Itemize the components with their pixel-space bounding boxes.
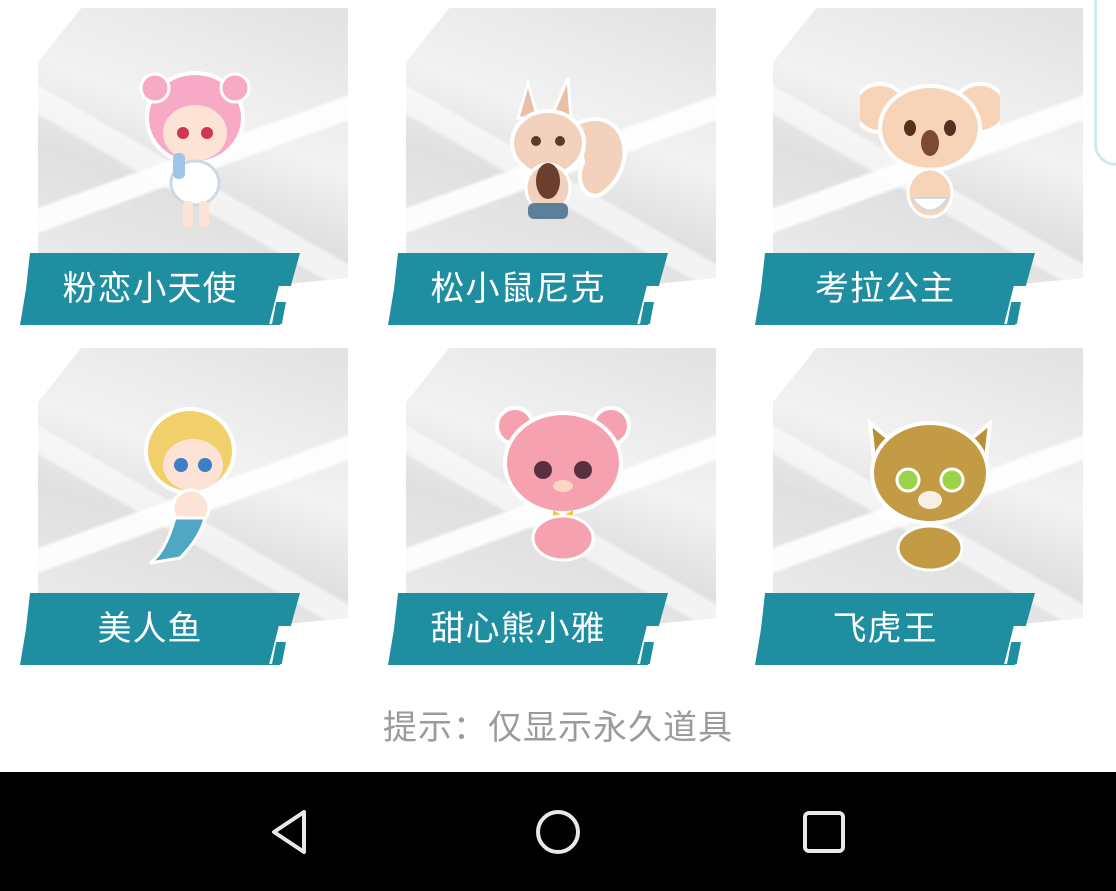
home-icon[interactable]: [528, 802, 588, 862]
card-label: 美人鱼: [97, 609, 203, 649]
squirrel-character-icon: [510, 77, 627, 219]
item-card-pink-angel[interactable]: 粉恋小天使: [20, 8, 350, 326]
koala-character-icon: [860, 82, 1000, 219]
pink-angel-character-icon: [139, 71, 251, 227]
system-nav-bar: [0, 772, 1116, 891]
card-label: 飞虎王: [832, 609, 938, 649]
card-label: 甜心熊小雅: [430, 609, 606, 649]
item-card-koala[interactable]: 考拉公主: [755, 8, 1085, 326]
card-label: 考拉公主: [815, 269, 955, 309]
card-label: 粉恋小天使: [62, 269, 238, 309]
tiger-character-icon: [867, 418, 993, 572]
item-card-tiger[interactable]: 飞虎王: [755, 348, 1085, 666]
recents-icon[interactable]: [794, 802, 854, 862]
item-card-mermaid[interactable]: 美人鱼: [20, 348, 350, 666]
card-label: 松小鼠尼克: [430, 269, 606, 309]
pink-bear-character-icon: [495, 406, 631, 562]
back-icon[interactable]: [260, 802, 320, 862]
item-grid: 粉恋小天使 松小鼠尼克 考拉公主 美人鱼 甜心熊小雅 飞虎王: [0, 0, 1116, 680]
mermaid-character-icon: [144, 407, 236, 565]
item-card-squirrel[interactable]: 松小鼠尼克: [388, 8, 718, 326]
item-card-pink-bear[interactable]: 甜心熊小雅: [388, 348, 718, 666]
hint-text: 提示：仅显示永久道具: [383, 708, 733, 748]
